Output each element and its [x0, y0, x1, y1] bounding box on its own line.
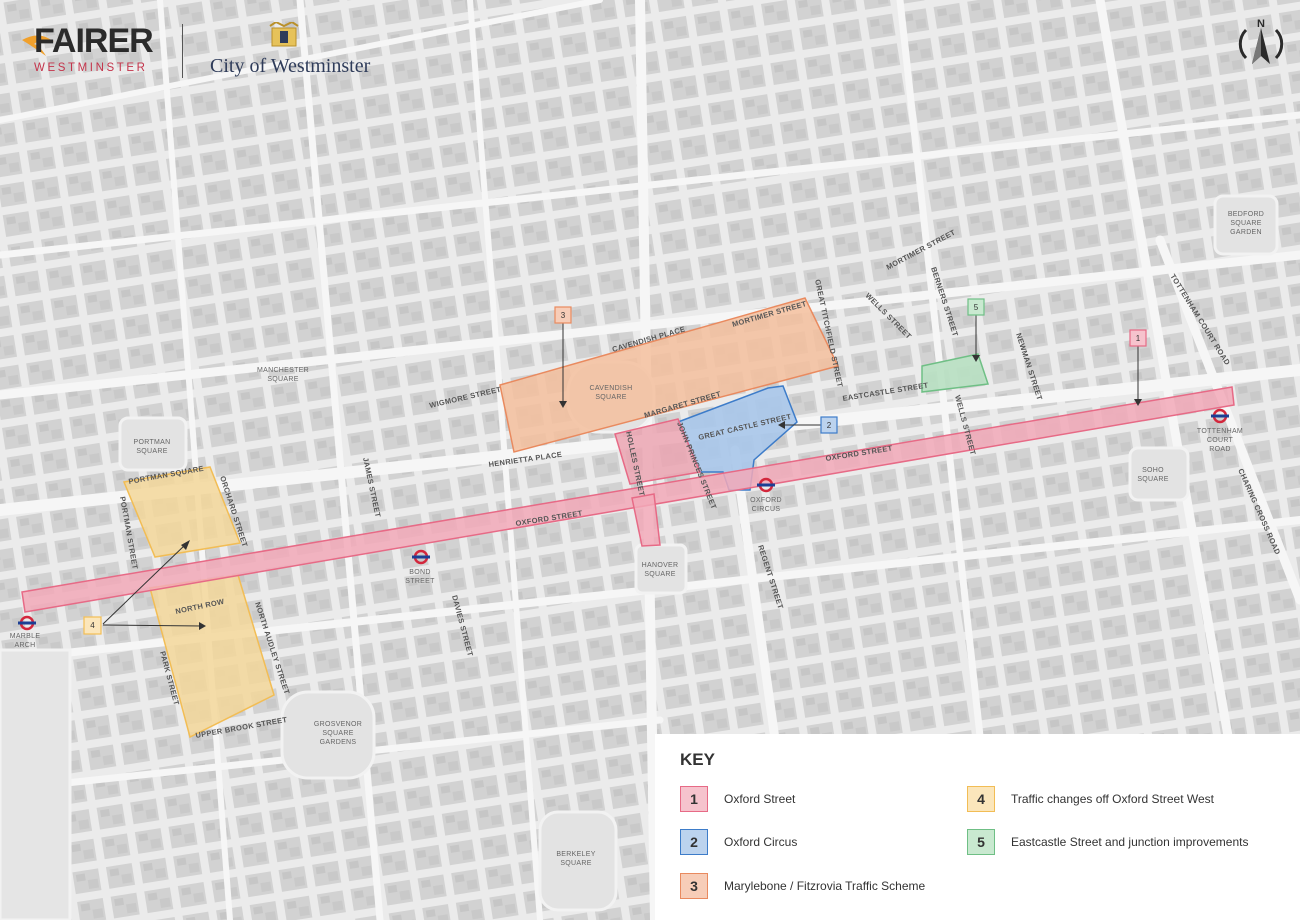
key-item-eastcastle: 5 Eastcastle Street and junction improve…	[967, 829, 1248, 855]
marker-4-label: 4	[90, 621, 95, 630]
key-swatch-4: 4	[967, 786, 995, 812]
key-title: KEY	[680, 750, 715, 769]
hyde-park-edge	[0, 648, 72, 920]
key-label-5: Eastcastle Street and junction improveme…	[1011, 835, 1249, 849]
westminster-crest-icon	[269, 22, 299, 47]
key-item-oxford-circus: 2 Oxford Circus	[680, 829, 797, 855]
key-item-traffic-west: 4 Traffic changes off Oxford Street West	[967, 786, 1214, 812]
logo-fairer-text: FAIRER	[34, 22, 154, 60]
map-page: 1 2 3 4 5 OXFORD STREET OXFORD STREET CA…	[0, 0, 1300, 920]
key-swatch-3: 3	[680, 873, 708, 899]
marker-5-label: 5	[974, 303, 979, 312]
map-key: KEY 1 Oxford Street 2 Oxford Circus 3 Ma…	[655, 734, 1300, 920]
key-label-4: Traffic changes off Oxford Street West	[1011, 792, 1214, 806]
hanover-square-park	[634, 543, 688, 595]
key-swatch-2: 2	[680, 829, 708, 855]
key-item-oxford-street: 1 Oxford Street	[680, 786, 795, 812]
key-label-3: Marylebone / Fitzrovia Traffic Scheme	[724, 879, 926, 893]
marker-2-label: 2	[827, 421, 832, 430]
marker-3-label: 3	[561, 311, 566, 320]
compass-north-label: N	[1257, 18, 1265, 30]
key-label-2: Oxford Circus	[724, 835, 798, 849]
north-compass-icon: N	[1238, 18, 1284, 64]
key-label-1: Oxford Street	[724, 792, 796, 806]
key-item-marylebone-fitzrovia: 3 Marylebone / Fitzrovia Traffic Scheme	[680, 873, 925, 899]
soho-square-park	[1128, 446, 1190, 502]
key-swatch-1: 1	[680, 786, 708, 812]
key-swatch-5: 5	[967, 829, 995, 855]
logo-divider	[182, 24, 183, 78]
marker-1-label: 1	[1136, 334, 1141, 343]
council-name: City of Westminster	[210, 55, 371, 77]
logo-westminster-text: WESTMINSTER	[34, 62, 148, 74]
label-bedford-square-garden: BEDFORD SQUARE GARDEN	[1228, 211, 1264, 236]
